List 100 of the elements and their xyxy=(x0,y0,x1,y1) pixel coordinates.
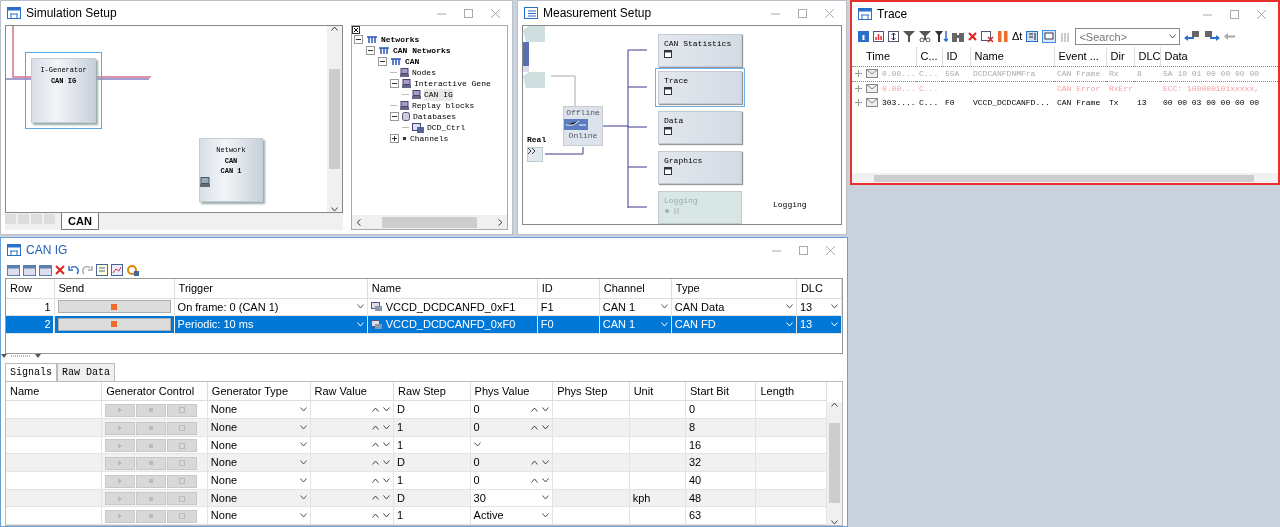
tree-item[interactable]: Networks xyxy=(380,33,420,46)
scroll-icon[interactable] xyxy=(888,31,899,42)
measurement-block[interactable]: Trace xyxy=(655,68,745,107)
column-header[interactable]: Data xyxy=(1160,47,1278,66)
dropdown[interactable]: On frame: 0 (CAN 1) xyxy=(177,298,364,315)
window-icon[interactable] xyxy=(23,264,36,276)
collapse-icon[interactable] xyxy=(377,57,387,66)
horizontal-scrollbar[interactable] xyxy=(351,215,507,229)
column-header[interactable]: Generator Control xyxy=(101,381,208,401)
bar-chart-icon[interactable] xyxy=(873,31,884,42)
splitter-handle[interactable] xyxy=(1,353,41,359)
window-icon[interactable] xyxy=(39,264,52,276)
phys-value-cell[interactable]: 0 xyxy=(470,400,553,419)
tree-item[interactable]: CAN IG xyxy=(423,88,453,101)
dropdown[interactable]: 13 xyxy=(799,298,838,315)
send-button[interactable] xyxy=(57,317,171,331)
chevron-down-icon[interactable] xyxy=(299,407,307,413)
measurement-block[interactable]: Data xyxy=(655,108,745,147)
window-icon[interactable] xyxy=(7,264,20,276)
column-header[interactable]: ID xyxy=(942,47,970,66)
chevron-down-icon[interactable] xyxy=(299,460,307,466)
chevron-down-icon[interactable] xyxy=(299,495,307,501)
tree-item[interactable]: CAN Networks xyxy=(392,44,451,57)
chevron-down-icon[interactable] xyxy=(542,495,550,501)
chevron-down-icon[interactable] xyxy=(299,513,307,519)
measurement-block[interactable]: Graphics xyxy=(655,148,745,187)
undo-icon[interactable] xyxy=(68,265,79,275)
column-header[interactable]: Raw Step xyxy=(393,381,471,401)
dropdown[interactable]: CAN Data xyxy=(674,298,793,315)
list-sort-icon[interactable] xyxy=(1026,31,1039,42)
column-header[interactable]: ID xyxy=(537,279,600,298)
document-icon[interactable] xyxy=(96,264,108,276)
collapse-icon[interactable] xyxy=(365,46,375,55)
chevron-down-icon[interactable] xyxy=(660,304,668,310)
detail-view-icon[interactable] xyxy=(1042,30,1057,43)
pause-icon[interactable] xyxy=(998,31,1008,42)
clear-icon[interactable] xyxy=(981,30,994,43)
expand-icon[interactable] xyxy=(389,134,399,143)
table-row[interactable]: 2 Periodic: 10 ms VCCD_DCDCANFD_0xF0 F0 CAN 1 CAN FD 13 xyxy=(6,315,842,333)
delta-time-button[interactable]: Δt xyxy=(1012,28,1023,45)
vertical-scrollbar[interactable] xyxy=(326,26,342,212)
column-header[interactable]: Trigger xyxy=(174,279,368,298)
trace-row[interactable]: 303.... C... F0 VCCD_DCDCANFD... CAN Frame Tx 13 00 00 03 00 00 00 00 xyxy=(852,95,1278,110)
column-header[interactable]: Length xyxy=(755,381,827,401)
tree-item[interactable]: Channels xyxy=(409,132,449,145)
chevron-down-icon[interactable] xyxy=(831,304,838,310)
column-header[interactable]: Generator Type xyxy=(207,381,311,401)
info-icon[interactable] xyxy=(858,31,869,42)
tree-item[interactable]: Replay blocks xyxy=(411,99,475,112)
column-header[interactable]: Phys Step xyxy=(552,381,630,401)
filter-icon[interactable] xyxy=(919,31,931,42)
column-header[interactable]: Type xyxy=(671,279,797,298)
vertical-scrollbar[interactable] xyxy=(827,401,842,525)
collapse-icon[interactable] xyxy=(353,35,363,44)
chevron-down-icon[interactable] xyxy=(785,304,793,310)
column-header[interactable]: DLC xyxy=(1134,47,1160,66)
column-header[interactable]: Send xyxy=(54,279,175,298)
tree-item[interactable]: Nodes xyxy=(411,66,436,79)
column-header[interactable]: Name xyxy=(367,279,538,298)
delete-icon[interactable] xyxy=(968,32,977,41)
chevron-down-icon[interactable] xyxy=(299,424,307,430)
delete-icon[interactable] xyxy=(55,265,65,275)
column-header[interactable]: Name xyxy=(6,381,102,401)
column-header[interactable]: Unit xyxy=(629,381,686,401)
find-next-icon[interactable] xyxy=(1204,31,1221,42)
column-header[interactable]: Name xyxy=(970,47,1054,66)
phys-value-cell[interactable]: 0 xyxy=(470,471,553,490)
column-header[interactable]: DLC xyxy=(796,279,842,298)
collapse-icon[interactable] xyxy=(389,79,399,88)
dropdown[interactable]: CAN 1 xyxy=(602,298,668,315)
chevron-down-icon[interactable] xyxy=(473,442,481,448)
find-previous-icon[interactable] xyxy=(1184,31,1201,42)
column-header[interactable]: C... xyxy=(916,47,942,66)
column-header[interactable]: Row xyxy=(6,279,54,298)
chevron-down-icon[interactable] xyxy=(356,304,364,310)
real-source-button[interactable] xyxy=(527,147,543,162)
tree-item[interactable]: Interactive Gene xyxy=(413,77,491,90)
column-header[interactable]: Start Bit xyxy=(685,381,756,401)
chevron-down-icon[interactable] xyxy=(299,442,307,448)
panel-close-icon[interactable] xyxy=(351,26,360,34)
column-header[interactable]: Raw Value xyxy=(310,381,394,401)
chevron-down-icon[interactable] xyxy=(299,477,307,483)
filter-sort-icon[interactable] xyxy=(935,31,948,42)
column-header[interactable]: Channel xyxy=(599,279,672,298)
binoculars-icon[interactable] xyxy=(952,31,964,42)
filter-icon[interactable] xyxy=(903,31,915,42)
dropdown[interactable]: None xyxy=(210,507,307,524)
collapse-icon[interactable] xyxy=(389,112,399,121)
phys-value-cell[interactable] xyxy=(470,436,553,454)
chart-icon[interactable] xyxy=(111,264,123,276)
dropdown[interactable]: None xyxy=(210,472,307,489)
dropdown[interactable]: None xyxy=(210,401,307,418)
send-button[interactable] xyxy=(57,300,171,314)
offline-online-switch[interactable]: Offline Online xyxy=(563,106,603,146)
tab[interactable]: Raw Data xyxy=(57,362,116,381)
tree-item[interactable]: DCD_Ctrl xyxy=(426,121,466,134)
column-header[interactable]: Dir xyxy=(1106,47,1134,66)
dropdown[interactable]: None xyxy=(210,436,307,453)
refresh-icon[interactable] xyxy=(126,264,139,276)
horizontal-scrollbar[interactable] xyxy=(852,173,1278,183)
